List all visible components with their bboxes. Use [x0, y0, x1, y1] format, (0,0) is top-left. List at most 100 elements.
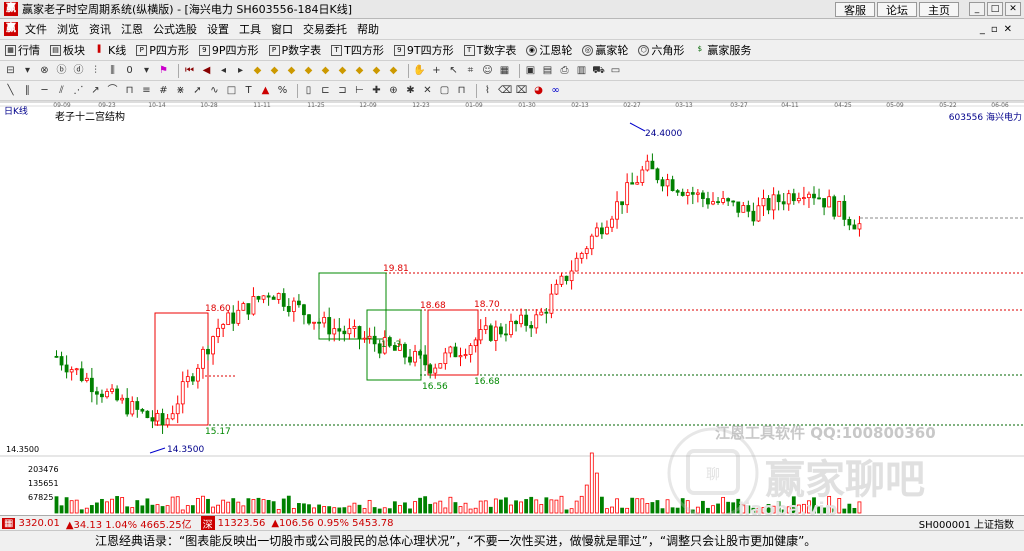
- hline-icon[interactable]: ─: [38, 84, 51, 97]
- link-icon[interactable]: ∞: [549, 84, 562, 97]
- winner-service-button[interactable]: $ 赢家服务: [689, 41, 756, 60]
- maximize-icon[interactable]: □: [987, 2, 1003, 16]
- cross-icon[interactable]: ✚: [370, 84, 383, 97]
- channel-icon[interactable]: ⫽: [55, 84, 68, 97]
- pie-icon[interactable]: ◕: [532, 84, 545, 97]
- mark-icon[interactable]: ⊕: [387, 84, 400, 97]
- candles-icon[interactable]: ⫼: [106, 64, 119, 77]
- play-back-icon[interactable]: ◀: [200, 64, 213, 77]
- menu-tools[interactable]: 工具: [234, 19, 266, 40]
- menu-trade[interactable]: 交易委托: [298, 19, 352, 40]
- eraser-icon[interactable]: ⌫: [498, 84, 512, 97]
- parallel-icon[interactable]: ∥: [21, 84, 34, 97]
- bracket-icon[interactable]: ⊏: [319, 84, 332, 97]
- flag-icon[interactable]: ⚑: [157, 64, 170, 77]
- quotes-button[interactable]: ▦ 行情: [0, 41, 45, 60]
- fib-icon[interactable]: ≡: [140, 84, 153, 97]
- bars-icon[interactable]: ⫶: [89, 64, 102, 77]
- diamond-icon[interactable]: ◆: [319, 64, 332, 77]
- pattern-icon[interactable]: ⊗: [38, 64, 51, 77]
- hand-icon[interactable]: ✋: [413, 64, 426, 77]
- b-icon[interactable]: ⓑ: [55, 64, 68, 77]
- calendar-icon[interactable]: ▦: [498, 64, 511, 77]
- monitor-icon[interactable]: ▭: [609, 64, 622, 77]
- curve-icon[interactable]: ⌇: [481, 84, 494, 97]
- image-icon[interactable]: ▣: [524, 64, 537, 77]
- ray-icon[interactable]: ↗: [89, 84, 102, 97]
- forward-icon[interactable]: ▸: [234, 64, 247, 77]
- menu-gann[interactable]: 江恩: [116, 19, 148, 40]
- menu-window[interactable]: 窗口: [266, 19, 298, 40]
- split-icon[interactable]: ⊐: [336, 84, 349, 97]
- crosshair-icon[interactable]: +: [430, 64, 443, 77]
- brace-icon[interactable]: ⊓: [455, 84, 468, 97]
- menu-file[interactable]: 文件: [20, 19, 52, 40]
- arrow-icon[interactable]: ➚: [191, 84, 204, 97]
- menu-formula[interactable]: 公式选股: [148, 19, 202, 40]
- minimize-icon[interactable]: _: [969, 2, 985, 16]
- mdi-restore-icon[interactable]: ▫: [991, 24, 998, 35]
- star-icon[interactable]: ✱: [404, 84, 417, 97]
- table-icon[interactable]: ▥: [575, 64, 588, 77]
- homepage-link[interactable]: 主页: [919, 1, 959, 17]
- cursor-icon[interactable]: ↖: [447, 64, 460, 77]
- winner-wheel-button[interactable]: ◎ 赢家轮: [577, 41, 633, 60]
- chart-area[interactable]: 日K线 老子十二宫结构 603556 海兴电力 09-09 09-23 10-14 1…: [0, 101, 1024, 520]
- kline-chart[interactable]: 日K线 老子十二宫结构 603556 海兴电力 09-09 09-23 10-14 1…: [0, 101, 1024, 520]
- 9t-square-button[interactable]: 9 9T四方形: [389, 41, 459, 60]
- arc-icon[interactable]: ⌒: [106, 84, 119, 97]
- menu-settings[interactable]: 设置: [202, 19, 234, 40]
- status-index-label[interactable]: SH000001 上证指数: [919, 516, 1024, 531]
- fan-icon[interactable]: ⋰: [72, 84, 85, 97]
- text-icon[interactable]: T: [242, 84, 255, 97]
- sector-button[interactable]: ▤ 板块: [45, 41, 90, 60]
- line-icon[interactable]: ╲: [4, 84, 17, 97]
- customer-service-link[interactable]: 客服: [835, 1, 875, 17]
- zero-icon[interactable]: 0: [123, 64, 136, 77]
- person-icon[interactable]: ☺: [481, 64, 494, 77]
- menu-news[interactable]: 资讯: [84, 19, 116, 40]
- kline-button[interactable]: ▌ K线: [90, 41, 131, 60]
- t-table-button[interactable]: T T数字表: [459, 41, 522, 60]
- diamond-icon[interactable]: ◆: [302, 64, 315, 77]
- x-icon[interactable]: ✕: [421, 84, 434, 97]
- hexagon-button[interactable]: ⬡ 六角形: [633, 41, 689, 60]
- box-icon[interactable]: □: [225, 84, 238, 97]
- mdi-close-icon[interactable]: ✕: [1004, 24, 1012, 35]
- wave-icon[interactable]: ∿: [208, 84, 221, 97]
- 9p-square-button[interactable]: 9 9P四方形: [194, 41, 264, 60]
- cycle-icon[interactable]: ⊓: [123, 84, 136, 97]
- truck-icon[interactable]: ⛟: [592, 64, 605, 77]
- layout-icon[interactable]: ⊟: [4, 64, 17, 77]
- d-icon[interactable]: ⓓ: [72, 64, 85, 77]
- mdi-minimize-icon[interactable]: _: [980, 24, 985, 35]
- forum-link[interactable]: 论坛: [877, 1, 917, 17]
- diamond-icon[interactable]: ◆: [353, 64, 366, 77]
- clear-icon[interactable]: ⌧: [515, 84, 528, 97]
- p-square-button[interactable]: P P四方形: [131, 41, 194, 60]
- diamond-icon[interactable]: ◆: [268, 64, 281, 77]
- close-icon[interactable]: ✕: [1005, 2, 1021, 16]
- menu-browse[interactable]: 浏览: [52, 19, 84, 40]
- chevron-down-icon[interactable]: ▾: [140, 64, 153, 77]
- diamond-icon[interactable]: ◆: [251, 64, 264, 77]
- diamond-icon[interactable]: ◆: [387, 64, 400, 77]
- chart-icon[interactable]: ⌗: [464, 64, 477, 77]
- first-icon[interactable]: ⏮: [183, 64, 196, 77]
- diamond-icon[interactable]: ◆: [336, 64, 349, 77]
- grid-icon[interactable]: #: [157, 84, 170, 97]
- t-square-button[interactable]: T T四方形: [326, 41, 389, 60]
- box-icon[interactable]: ▯: [302, 84, 315, 97]
- chevron-down-icon[interactable]: ▾: [21, 64, 34, 77]
- measure-icon[interactable]: ⊢: [353, 84, 366, 97]
- diamond-icon[interactable]: ◆: [285, 64, 298, 77]
- doc-icon[interactable]: ▤: [541, 64, 554, 77]
- menu-help[interactable]: 帮助: [352, 19, 384, 40]
- p-table-button[interactable]: P P数字表: [264, 41, 327, 60]
- percent-icon[interactable]: %: [276, 84, 289, 97]
- gann-wheel-button[interactable]: ◉ 江恩轮: [521, 41, 577, 60]
- back-icon[interactable]: ◂: [217, 64, 230, 77]
- up-icon[interactable]: ▲: [259, 84, 272, 97]
- square-icon[interactable]: ▢: [438, 84, 451, 97]
- gann-icon[interactable]: ⋇: [174, 84, 187, 97]
